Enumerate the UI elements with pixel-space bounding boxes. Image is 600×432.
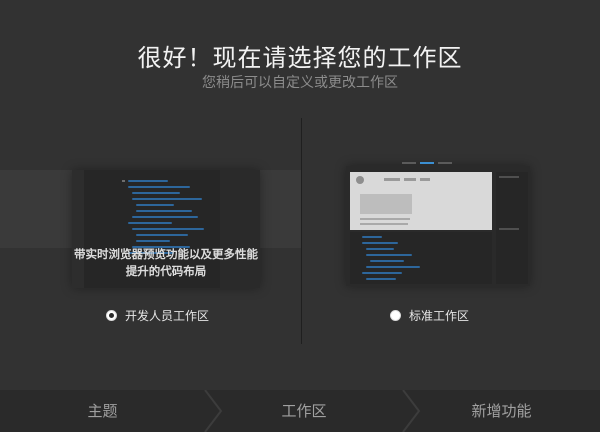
side-panel [496,172,528,284]
code-line [128,222,172,224]
page-title: 很好！现在请选择您的工作区 [137,44,463,72]
nav-bar [384,178,400,181]
step-whats-new[interactable]: 新增功能 [403,390,600,432]
developer-workspace-label: 开发人员工作区 [125,309,210,323]
browser-preview-pane [350,172,492,230]
code-line [132,192,180,194]
standard-workspace-option[interactable]: 标准工作区 [390,307,469,324]
tab-marker-active [420,162,434,164]
code-line [136,210,192,212]
code-editor-pane [350,232,492,284]
code-line [136,204,174,206]
code-line [132,216,198,218]
text-line [360,223,408,225]
panel-bar [499,228,519,230]
code-line [362,236,382,238]
code-line [362,272,402,274]
standard-workspace-label: 标准工作区 [409,309,470,323]
panel-bar [499,176,519,178]
developer-workspace-description: 带实时浏览器预览功能以及更多性能提升的代码布局 [74,247,258,278]
code-line [132,198,202,200]
code-line [366,266,420,268]
tab-marker [402,162,416,164]
avatar [356,176,364,184]
nav-bar [420,178,430,181]
setup-stepper: 主题 工作区 新增功能 [0,390,600,432]
code-line [136,240,170,242]
code-line [136,234,188,236]
column-divider [301,118,302,344]
text-line [360,218,410,220]
code-line [366,254,412,256]
step-workspace[interactable]: 工作区 [205,390,403,432]
code-line [128,180,168,182]
code-line [366,248,394,250]
tab-marker [438,162,452,164]
code-line [370,260,404,262]
radio-selected-icon[interactable] [106,310,117,321]
code-line [366,278,396,280]
page-subtitle: 您稍后可以自定义或更改工作区 [202,75,398,91]
code-line [362,242,398,244]
code-line [128,186,190,188]
standard-workspace-preview[interactable] [346,162,530,286]
code-marker [122,180,125,182]
code-line [132,228,204,230]
radio-unselected-icon[interactable] [390,310,401,321]
preview-tabs [402,162,502,165]
nav-bar [404,178,416,181]
step-theme[interactable]: 主题 [0,390,205,432]
content-block [360,194,412,214]
developer-workspace-option[interactable]: 开发人员工作区 [106,307,209,324]
